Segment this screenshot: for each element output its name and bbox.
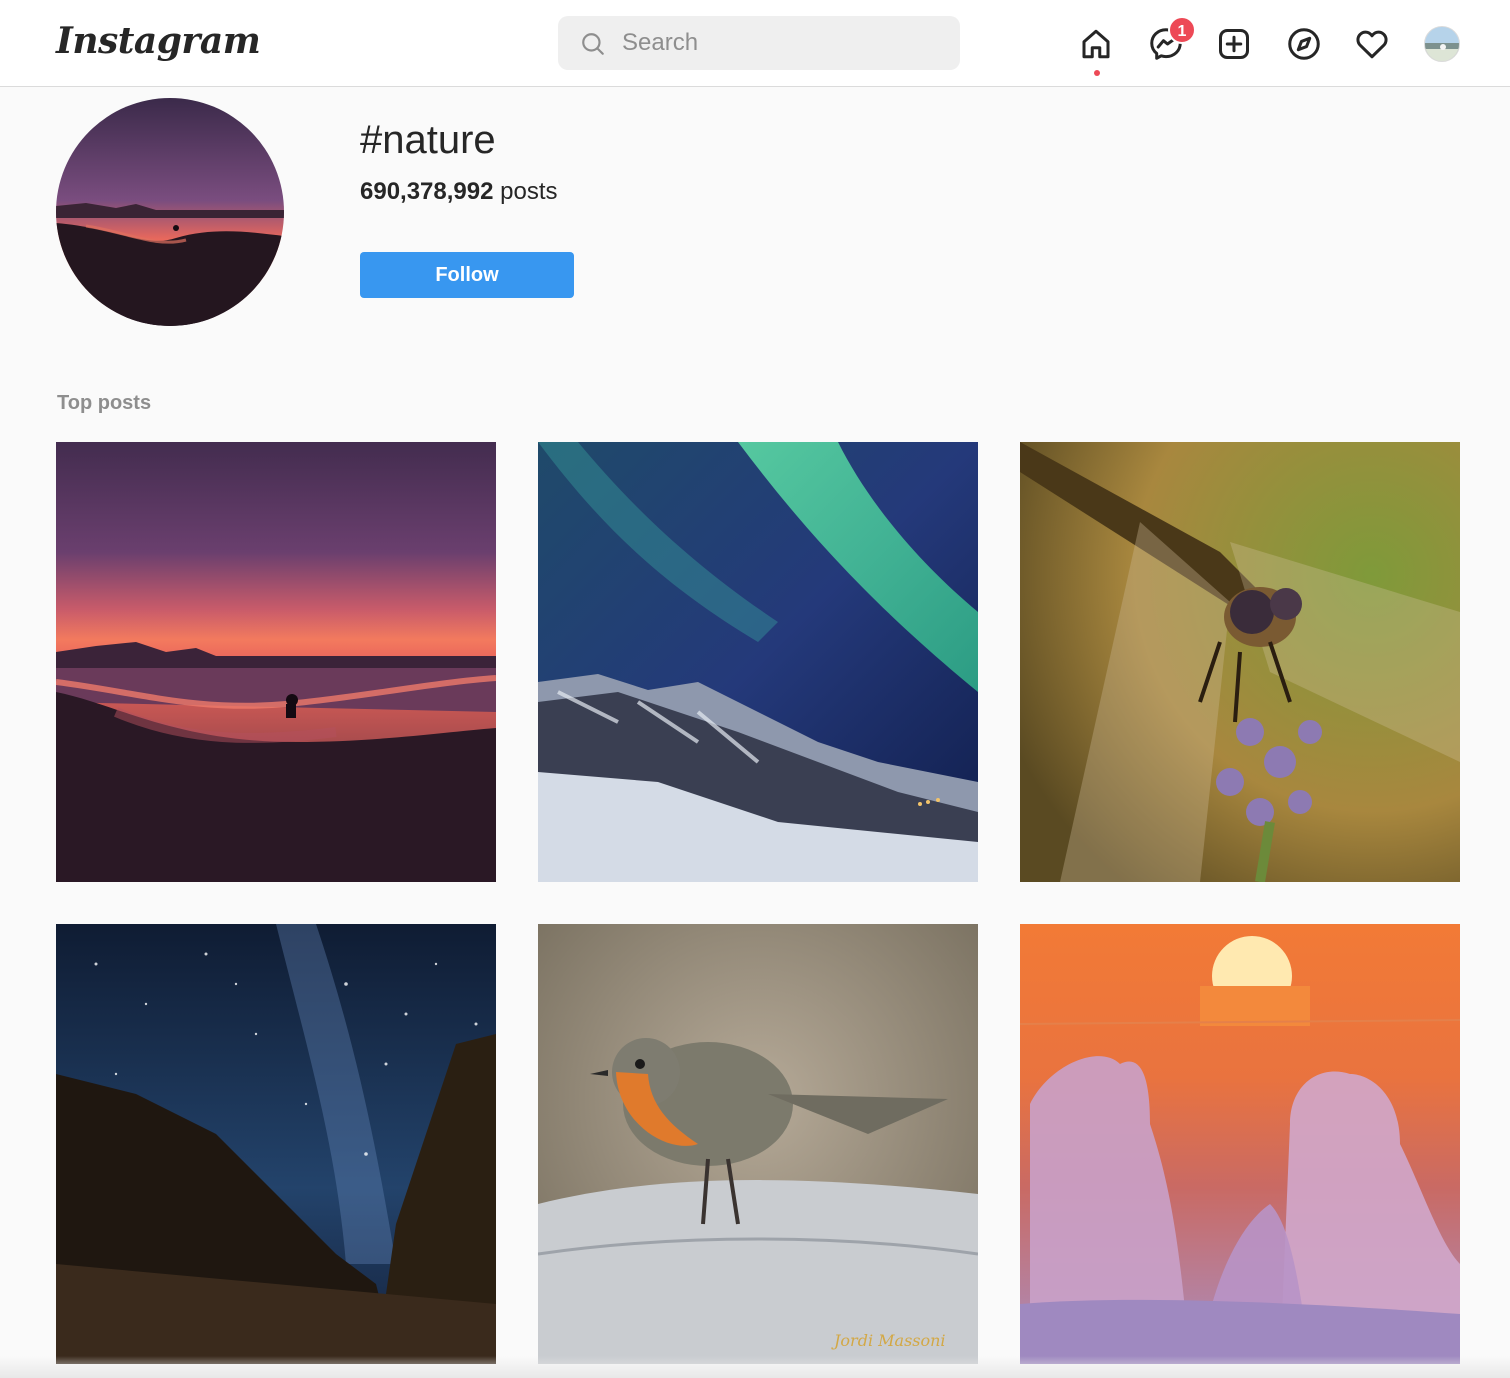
post-count-suffix: posts xyxy=(500,178,558,205)
activity-button[interactable] xyxy=(1352,24,1392,64)
post-milky-way-forest[interactable] xyxy=(56,924,496,1364)
post-image xyxy=(538,442,978,882)
explore-icon xyxy=(1288,28,1320,60)
activity-heart-icon xyxy=(1356,30,1388,59)
top-navigation-bar: Instagram 1 xyxy=(0,0,1510,87)
follow-button[interactable]: Follow xyxy=(360,252,574,298)
search-icon xyxy=(582,33,604,55)
post-image: Jordi Massoni xyxy=(538,924,978,1364)
profile-avatar[interactable] xyxy=(1424,26,1460,62)
top-posts-label: Top posts xyxy=(57,392,152,414)
new-post-button[interactable] xyxy=(1214,24,1254,64)
messages-badge: 1 xyxy=(1168,16,1196,44)
post-sunset-beach[interactable] xyxy=(56,442,496,882)
home-button[interactable] xyxy=(1076,24,1116,64)
search-input[interactable] xyxy=(622,16,942,70)
post-image xyxy=(1020,924,1460,1364)
post-aurora-mountains[interactable] xyxy=(538,442,978,882)
scroll-edge xyxy=(0,1356,1510,1378)
hashtag-title: #nature xyxy=(360,118,496,162)
post-image xyxy=(56,924,496,1364)
explore-button[interactable] xyxy=(1284,24,1324,64)
new-post-icon xyxy=(1219,29,1249,59)
home-icon xyxy=(1082,29,1110,59)
hashtag-avatar xyxy=(56,98,284,326)
post-robin-on-log[interactable]: Jordi Massoni xyxy=(538,924,978,1364)
profile-avatar-image xyxy=(1425,27,1459,61)
post-count-number: 690,378,992 xyxy=(360,178,494,205)
post-dragonfly-lavender[interactable] xyxy=(1020,442,1460,882)
instagram-logo[interactable]: Instagram xyxy=(56,20,261,62)
watermark-text: Jordi Massoni xyxy=(831,1331,946,1350)
post-count: 690,378,992 posts xyxy=(360,178,558,206)
home-active-dot xyxy=(1094,70,1100,76)
search-box[interactable] xyxy=(558,16,960,70)
post-image xyxy=(56,442,496,882)
post-snowy-trees-sunset[interactable] xyxy=(1020,924,1460,1364)
post-image xyxy=(1020,442,1460,882)
